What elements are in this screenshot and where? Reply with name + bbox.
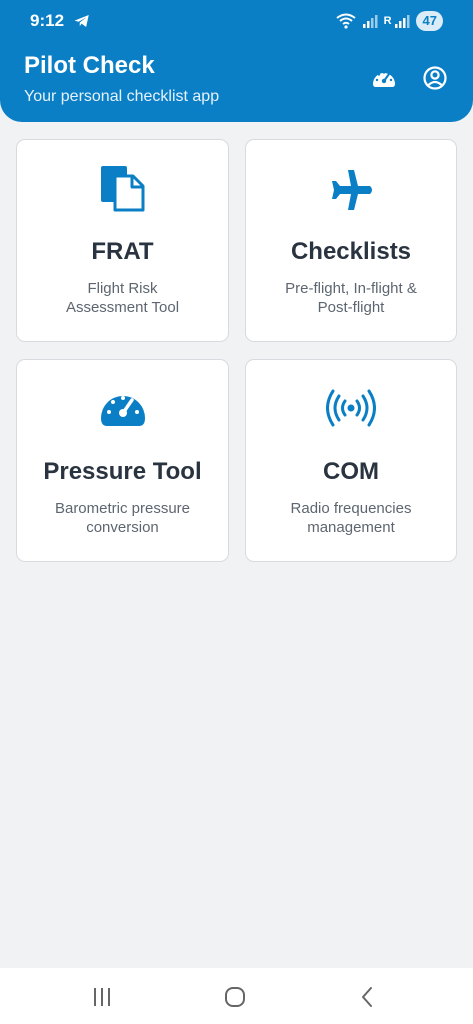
card-title: FRAT xyxy=(91,238,154,265)
back-icon[interactable] xyxy=(355,984,381,1010)
card-description: Pre-flight, In-flight & Post-flight xyxy=(285,280,417,316)
card-description: Radio frequencies management xyxy=(290,500,412,536)
network-label: R xyxy=(383,15,392,27)
card-title: COM xyxy=(323,458,379,485)
recent-apps-icon[interactable] xyxy=(89,984,115,1010)
radio-waves-icon xyxy=(326,389,376,427)
document-copy-icon xyxy=(100,166,144,212)
signal-icon-2 xyxy=(394,15,410,28)
signal-icon xyxy=(362,15,378,28)
card-com[interactable]: COM Radio frequencies management xyxy=(245,359,457,562)
card-title: Pressure Tool xyxy=(43,458,202,485)
card-frat[interactable]: FRAT Flight Risk Assessment Tool xyxy=(16,139,229,342)
card-description: Barometric pressure conversion xyxy=(54,500,191,536)
telegram-icon xyxy=(74,15,89,27)
app-title: Pilot Check xyxy=(24,52,155,79)
gauge-button-icon[interactable] xyxy=(370,64,398,92)
system-nav-bar xyxy=(0,968,473,1024)
card-title: Checklists xyxy=(290,238,412,265)
account-circle-icon[interactable] xyxy=(421,64,449,92)
status-icons: R 47 xyxy=(335,10,443,32)
card-checklists[interactable]: Checklists Pre-flight, In-flight & Post-… xyxy=(245,139,457,342)
battery-indicator: 47 xyxy=(415,11,443,31)
app-header: 9:12 R 47 Pilot Check Your personal chec… xyxy=(0,0,473,122)
status-time: 9:12 xyxy=(30,11,65,30)
app-subtitle: Your personal checklist app xyxy=(24,88,220,105)
gauge-icon xyxy=(100,396,145,426)
card-pressure-tool[interactable]: Pressure Tool Barometric pressure conver… xyxy=(16,359,229,562)
status-bar: 9:12 R 47 xyxy=(0,0,473,40)
wifi-icon xyxy=(335,13,356,29)
card-description: Flight Risk Assessment Tool xyxy=(65,280,180,316)
airplane-icon xyxy=(332,170,372,210)
home-icon[interactable] xyxy=(222,984,248,1010)
